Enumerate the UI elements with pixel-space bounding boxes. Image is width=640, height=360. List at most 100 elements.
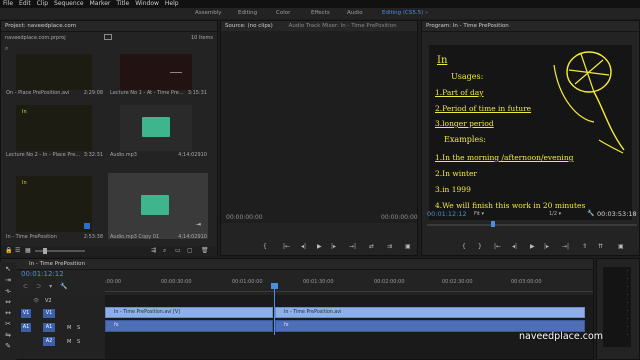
project-panel-header[interactable]: Project: naveedplace.com	[1, 21, 217, 32]
menu-help[interactable]: Help	[165, 0, 179, 8]
menu-clip[interactable]: Clip	[37, 0, 48, 8]
project-item-thumbnail[interactable]: In	[16, 176, 92, 232]
go-to-in-icon[interactable]: |←	[494, 243, 501, 250]
project-item-duration: 4;14;02910	[178, 234, 207, 240]
project-item-thumbnail[interactable]: In	[16, 105, 92, 151]
extract-icon[interactable]: ⇈	[598, 243, 603, 250]
track-v2-label[interactable]: V2	[45, 298, 52, 304]
workspace-tab-assembly[interactable]: Assembly	[195, 8, 222, 19]
source-a1-patch[interactable]: A1	[21, 323, 31, 332]
snap-icon[interactable]: ⊂	[23, 283, 28, 290]
menu-edit[interactable]: Edit	[19, 0, 31, 8]
mute-m[interactable]: M	[67, 339, 71, 345]
trash-icon[interactable]: 🗑	[201, 247, 209, 254]
program-scrubber[interactable]	[427, 221, 637, 227]
quality-select[interactable]: 1/2 ▾	[549, 211, 561, 217]
lift-icon[interactable]: ⇑	[582, 243, 587, 250]
go-to-out-icon[interactable]: →|	[562, 243, 569, 250]
track-a1-label[interactable]: A1	[43, 323, 55, 332]
menu-file[interactable]: File	[3, 0, 13, 8]
tools-panel: ↖ ⇥ ⟛ ⇔ ↔ ✂ ⇋ ✎	[0, 262, 16, 360]
export-frame-icon[interactable]: ▣	[618, 243, 624, 250]
workspace-tab-color[interactable]: Color	[276, 8, 290, 19]
menu-window[interactable]: Window	[135, 0, 159, 8]
overwrite-icon[interactable]: ⇉	[387, 243, 392, 250]
zoom-slider[interactable]	[35, 248, 85, 254]
source-tab[interactable]: Source: (no clips)	[225, 23, 273, 29]
mark-in-icon[interactable]: {	[263, 243, 267, 250]
video-clip[interactable]: In - Time PrePosition.avi	[275, 307, 585, 318]
timeline-timecode[interactable]: 00:01:12:12	[21, 270, 64, 278]
wrench-icon[interactable]: 🔧	[587, 210, 594, 217]
menu-sequence[interactable]: Sequence	[54, 0, 84, 8]
razor-tool-icon[interactable]: ✂	[3, 319, 13, 329]
play-icon[interactable]: ▶	[530, 243, 535, 250]
step-forward-icon[interactable]: |▸	[544, 243, 549, 250]
project-item-thumbnail[interactable]	[16, 54, 92, 90]
export-frame-icon[interactable]: ▣	[405, 243, 411, 250]
project-item-name: Audio.mp3 Copy 01	[110, 234, 160, 240]
step-back-icon[interactable]: ◂|	[512, 243, 517, 250]
solo-s[interactable]: S	[77, 325, 80, 331]
program-monitor-header[interactable]: Program: In - Time PrePosition	[422, 21, 639, 32]
project-item-thumbnail[interactable]	[120, 105, 192, 151]
lock-icon[interactable]: 🔒	[5, 247, 12, 254]
mark-in-icon[interactable]: {	[462, 243, 466, 250]
add-marker-icon[interactable]: ▾	[49, 283, 52, 290]
source-v1-patch[interactable]: V1	[21, 309, 31, 318]
selection-tool-icon[interactable]: ↖	[3, 264, 13, 274]
project-item-thumbnail[interactable]	[120, 54, 192, 90]
new-bin-icon[interactable]: ▭	[175, 247, 181, 254]
pen-tool-icon[interactable]: ✎	[3, 341, 13, 351]
project-item-duration: 2:53:38	[83, 234, 103, 240]
settings-icon[interactable]: 🔧	[60, 283, 67, 290]
insert-icon[interactable]: ⇄	[369, 243, 374, 250]
solo-s[interactable]: S	[77, 339, 80, 345]
go-to-out-icon[interactable]: →|	[349, 243, 356, 250]
workspace-tab-editing-cs55[interactable]: Editing (CS5.5)	[382, 8, 423, 19]
audio-mixer-tab[interactable]: Audio Track Mixer: In - Time PrePosition	[289, 23, 397, 29]
search-icon[interactable]: ⌕	[5, 45, 8, 53]
play-icon[interactable]: ▶	[317, 243, 322, 250]
zoom-slider-handle[interactable]	[43, 248, 47, 254]
slip-tool-icon[interactable]: ⇋	[3, 330, 13, 340]
step-back-icon[interactable]: ◂|	[301, 243, 306, 250]
linked-selection-icon[interactable]: ⊃	[36, 283, 41, 290]
track-a2-label[interactable]: A2	[43, 337, 55, 346]
workspace-tab-editing[interactable]: Editing	[238, 8, 257, 19]
program-timecode[interactable]: 00:01:12:12	[427, 210, 467, 218]
playhead-handle[interactable]	[491, 221, 495, 227]
ripple-edit-tool-icon[interactable]: ⟛	[3, 286, 13, 296]
playhead-line[interactable]	[274, 285, 275, 335]
program-viewer[interactable]: In Usages: 1.Part of day 2.Period of tim…	[429, 45, 632, 220]
icon-view-icon[interactable]: ▦	[25, 247, 31, 254]
audio-clip[interactable]: fx	[105, 320, 273, 332]
workspace-more-icon[interactable]: »	[425, 8, 428, 19]
new-bin-icon[interactable]	[104, 34, 112, 40]
mark-out-icon[interactable]: }	[478, 243, 482, 250]
zoom-select-value: Fit	[474, 211, 480, 217]
step-forward-icon[interactable]: |▸	[331, 243, 336, 250]
workspace-tab-audio[interactable]: Audio	[347, 8, 363, 19]
new-item-icon[interactable]: ▢	[187, 247, 193, 254]
menu-title[interactable]: Title	[116, 0, 129, 8]
playhead-handle[interactable]	[271, 283, 278, 289]
project-item-selected-bg[interactable]: ⇥	[108, 173, 208, 239]
clip-icon: ⇥	[196, 221, 202, 228]
toggle-output-icon[interactable]: 👁	[33, 298, 39, 304]
zoom-select[interactable]: Fit ▾	[474, 211, 484, 217]
find-icon[interactable]: ⌕	[163, 247, 166, 255]
list-view-icon[interactable]: ☰	[15, 247, 20, 254]
mute-m[interactable]: M	[67, 325, 71, 331]
track-select-tool-icon[interactable]: ⇥	[3, 275, 13, 285]
automate-icon[interactable]: ⇶	[151, 247, 156, 254]
timeline-tab[interactable]: In - Time PrePosition	[1, 259, 593, 270]
source-viewer[interactable]	[221, 31, 417, 223]
go-to-in-icon[interactable]: |←	[283, 243, 290, 250]
track-v1-label[interactable]: V1	[43, 309, 55, 318]
rolling-edit-tool-icon[interactable]: ⇔	[3, 297, 13, 307]
video-clip[interactable]: In - Time PrePosition.avi [V]	[105, 307, 273, 318]
workspace-tab-effects[interactable]: Effects	[311, 8, 330, 19]
rate-stretch-tool-icon[interactable]: ↔	[3, 308, 13, 318]
menu-marker[interactable]: Marker	[90, 0, 111, 8]
